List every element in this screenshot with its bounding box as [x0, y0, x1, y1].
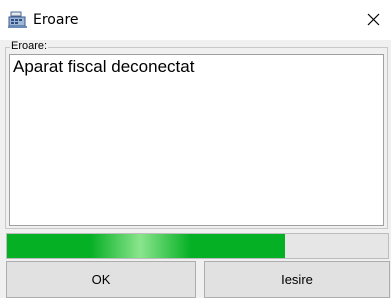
- exit-button[interactable]: Iesire: [204, 261, 390, 298]
- dialog-body: Eroare: Aparat fiscal deconectat OK Iesi…: [0, 40, 391, 298]
- ok-button[interactable]: OK: [6, 261, 196, 298]
- cash-register-icon: [8, 11, 28, 29]
- error-message-box[interactable]: Aparat fiscal deconectat: [9, 54, 384, 226]
- group-label: Eroare:: [10, 40, 49, 53]
- close-icon: [367, 11, 380, 30]
- progress-bar: [6, 233, 389, 259]
- close-button[interactable]: [356, 5, 391, 35]
- title-bar: Eroare: [0, 0, 391, 40]
- error-message: Aparat fiscal deconectat: [13, 57, 195, 76]
- window-title: Eroare: [33, 12, 79, 28]
- progress-fill: [7, 234, 286, 258]
- error-groupbox: Eroare: Aparat fiscal deconectat: [5, 40, 388, 229]
